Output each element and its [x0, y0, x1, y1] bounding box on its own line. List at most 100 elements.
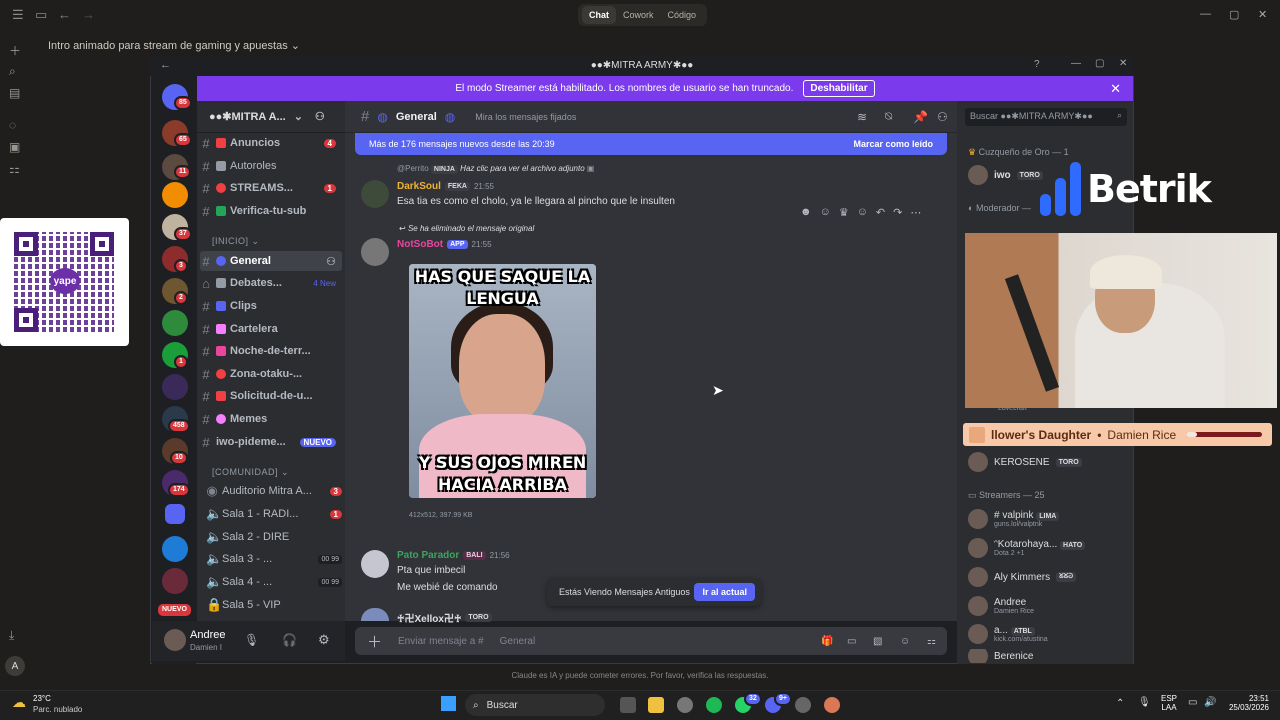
- menu-icon[interactable]: ☰: [12, 7, 24, 23]
- category-comunidad[interactable]: [COMUNIDAD] ⌄: [212, 467, 289, 478]
- voice-channel-item[interactable]: ◉ Auditorio Mitra A... 3: [206, 481, 348, 501]
- add-member-icon[interactable]: ⚇: [315, 110, 325, 123]
- add-reaction-icon[interactable]: ☺: [857, 206, 868, 219]
- jump-to-present-button[interactable]: Ir al actual: [694, 583, 755, 601]
- artifacts-icon[interactable]: ▣: [9, 140, 20, 154]
- message-author[interactable]: Pato Parador: [397, 550, 459, 561]
- server-icon[interactable]: [162, 182, 188, 208]
- folder-icon[interactable]: [165, 504, 185, 524]
- member-item[interactable]: a... ATBL kick.com/atustina: [968, 623, 1048, 645]
- mode-cowork[interactable]: Cowork: [616, 6, 661, 24]
- clock[interactable]: 23:51 25/03/2026: [1227, 694, 1269, 712]
- threads-icon[interactable]: ≋: [857, 110, 867, 124]
- close-icon[interactable]: ✕: [1258, 8, 1267, 21]
- emoji-icon[interactable]: ☺: [900, 636, 910, 647]
- avatar[interactable]: [361, 180, 389, 208]
- avatar[interactable]: [164, 629, 186, 651]
- weather-temp[interactable]: 23°C: [33, 694, 51, 703]
- more-icon[interactable]: ⋯: [910, 206, 921, 219]
- gif-icon[interactable]: ▭: [847, 636, 856, 647]
- gear-icon[interactable]: ⚙: [318, 632, 330, 648]
- server-header[interactable]: ●●✱MITRA A... ⌄ ⚇: [197, 101, 345, 133]
- member-item[interactable]: Aly Kimmers ᘜᘜᘒ: [968, 566, 1077, 588]
- mode-code[interactable]: Código: [661, 6, 704, 24]
- chats-icon[interactable]: ◌: [9, 118, 16, 132]
- taskbar-search[interactable]: ⌕ Buscar: [465, 694, 605, 716]
- mute-bell-icon[interactable]: ⍉: [885, 109, 892, 124]
- volume-icon[interactable]: 🔊: [1204, 697, 1216, 708]
- member-item[interactable]: Berenice: [968, 649, 1033, 663]
- add-attachment-icon[interactable]: ＋: [367, 631, 382, 652]
- member-item[interactable]: Andree Damien Rice: [968, 595, 1034, 617]
- forward-icon[interactable]: ↷: [893, 206, 902, 219]
- message-author[interactable]: ♰卍Xellox卍♰: [397, 610, 461, 625]
- message-input[interactable]: ＋ Enviar mensaje a # General 🎁 ▭ ▧ ☺ ⚏: [355, 627, 947, 655]
- category-inicio[interactable]: [INICIO] ⌄: [212, 236, 260, 247]
- network-icon[interactable]: ▭: [1188, 697, 1197, 708]
- sticker-icon[interactable]: ▧: [873, 636, 882, 647]
- channel-item[interactable]: # Anuncios 4: [200, 133, 342, 153]
- channel-item-selected[interactable]: # General ⚇: [200, 251, 342, 271]
- minimize-icon[interactable]: —: [1200, 8, 1211, 20]
- tray-chevron-icon[interactable]: ⌃: [1116, 698, 1124, 709]
- channel-item[interactable]: # Memes: [200, 409, 342, 429]
- back-arrow-icon[interactable]: ←: [160, 59, 171, 71]
- microphone-icon[interactable]: 🎙: [1138, 697, 1151, 708]
- channel-item[interactable]: ⌂ Debates... 4 New: [200, 273, 342, 293]
- reaction-icon[interactable]: ♛: [839, 206, 849, 219]
- new-messages-bar[interactable]: Más de 176 mensajes nuevos desde las 20:…: [355, 133, 947, 155]
- projects-icon[interactable]: ▤: [9, 86, 20, 100]
- channel-item[interactable]: # Solicitud-de-u...: [200, 386, 342, 406]
- member-item[interactable]: KEROSENE TORO: [968, 451, 1082, 473]
- obs-icon[interactable]: [795, 697, 811, 713]
- reply-icon[interactable]: ↶: [876, 206, 885, 219]
- search-icon[interactable]: ⌕: [9, 64, 16, 79]
- server-icon[interactable]: [162, 536, 188, 562]
- channel-topic[interactable]: Mira los mensajes fijados: [475, 112, 576, 122]
- download-icon[interactable]: ⤓: [9, 628, 14, 643]
- message-author[interactable]: DarkSoul: [397, 181, 441, 192]
- minimize-icon[interactable]: —: [1071, 58, 1081, 69]
- reaction-icon[interactable]: ☺: [820, 206, 831, 219]
- voice-channel-item[interactable]: 🔈 Sala 3 - ... 00 99: [206, 549, 348, 569]
- apps-icon[interactable]: ⚏: [9, 162, 20, 176]
- mark-read-button[interactable]: Marcar como leído: [853, 139, 933, 149]
- voice-channel-item[interactable]: 🔈 Sala 2 - DIRE: [206, 527, 348, 547]
- server-icon[interactable]: [162, 374, 188, 400]
- claude-icon[interactable]: [824, 697, 840, 713]
- chrome-icon[interactable]: [677, 697, 693, 713]
- mode-chat[interactable]: Chat: [582, 6, 616, 24]
- channel-item[interactable]: # Autoroles: [200, 156, 342, 176]
- microphone-icon[interactable]: 🎙: [244, 633, 259, 647]
- close-icon[interactable]: ✕: [1119, 58, 1127, 69]
- file-explorer-icon[interactable]: [648, 697, 664, 713]
- maximize-icon[interactable]: ▢: [1095, 58, 1104, 69]
- server-icon[interactable]: [162, 568, 188, 594]
- meme-image[interactable]: HAS QUE SAQUE LA LENGUA Y SUS OJOS MIREN…: [409, 264, 596, 498]
- member-item[interactable]: ᵔKotarohaya... HATO Dota 2 +1: [968, 537, 1086, 559]
- spotify-icon[interactable]: [706, 697, 722, 713]
- maximize-icon[interactable]: ▢: [1229, 8, 1239, 21]
- channel-item[interactable]: # iwo-pideme... NUEVO: [200, 432, 342, 452]
- add-member-icon[interactable]: ⚇: [326, 255, 336, 268]
- member-item[interactable]: # valpink LIMA guns.lol/valptnk: [968, 508, 1060, 530]
- reply-preview[interactable]: @Perrito NINJA Haz clic para ver el arch…: [397, 164, 594, 174]
- apps-icon[interactable]: ⚏: [927, 636, 936, 647]
- search-input[interactable]: Buscar ●●✱MITRA ARMY✱●● ⌕: [965, 108, 1127, 126]
- gift-icon[interactable]: 🎁: [821, 636, 833, 647]
- channel-item[interactable]: # Clips: [200, 296, 342, 316]
- member-item[interactable]: iwo TORO: [968, 164, 1043, 186]
- channel-item[interactable]: # Cartelera: [200, 319, 342, 339]
- back-arrow-icon[interactable]: ←: [58, 7, 71, 22]
- voice-channel-item[interactable]: 🔈 Sala 1 - RADI... 1: [206, 504, 348, 524]
- headphones-icon[interactable]: 🎧: [282, 633, 297, 647]
- server-icon[interactable]: [162, 310, 188, 336]
- voice-channel-item[interactable]: 🔒 Sala 5 - VIP: [206, 595, 348, 615]
- channel-item[interactable]: # Verifica-tu-sub: [200, 201, 342, 221]
- channel-item[interactable]: # Zona-otaku-...: [200, 364, 342, 384]
- help-icon[interactable]: ?: [1034, 59, 1040, 70]
- windows-start-icon[interactable]: [441, 696, 456, 711]
- language-indicator[interactable]: ESP LAA: [1161, 694, 1177, 712]
- forward-arrow-icon[interactable]: →: [82, 7, 95, 22]
- member-list-icon[interactable]: ⚇: [937, 110, 948, 124]
